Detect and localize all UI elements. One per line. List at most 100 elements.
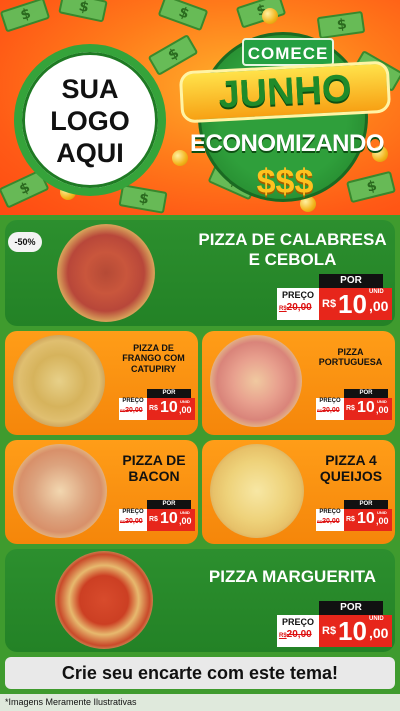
preco-text: PREÇO bbox=[122, 509, 144, 515]
new-price: R$ 10 ,00 UNID bbox=[147, 509, 195, 531]
price-tag: POR PREÇO R$20,00 R$ 10 ,00 UNID bbox=[316, 500, 392, 534]
new-price-currency: R$ bbox=[346, 516, 355, 523]
price-preco-label: PREÇO R$20,00 bbox=[119, 509, 147, 531]
unit-label: UNID bbox=[369, 289, 384, 295]
badge-month: JUNHO bbox=[178, 60, 392, 124]
campaign-badge: COMECE JUNHO ECONOMIZANDO $$$ bbox=[178, 18, 392, 208]
new-price-dec: ,00 bbox=[369, 298, 389, 314]
new-price: R$ 10 ,00 UNID bbox=[344, 398, 392, 420]
preco-text: PREÇO bbox=[281, 290, 314, 300]
old-price: R$20,00 bbox=[317, 518, 340, 525]
product-card-frango[interactable]: PIZZA DE FRANGO COM CATUPIRY POR PREÇO R… bbox=[5, 331, 198, 435]
old-price-value: 20,00 bbox=[286, 302, 312, 313]
price-por-label: POR bbox=[319, 274, 383, 288]
product-card-marguerita[interactable]: PIZZA MARGUERITA POR PREÇO R$20,00 R$ 10… bbox=[5, 549, 395, 652]
price-preco-label: PREÇO R$20,00 bbox=[277, 288, 319, 320]
product-title: PIZZA DE CALABRESA E CEBOLA bbox=[195, 230, 390, 269]
logo-text-line: SUA bbox=[61, 74, 119, 104]
product-card-portuguesa[interactable]: PIZZA PORTUGUESA POR PREÇO R$20,00 R$ 10… bbox=[202, 331, 395, 435]
old-price-value: 20,00 bbox=[286, 629, 312, 640]
product-card-bacon[interactable]: PIZZA DE BACON POR PREÇO R$20,00 R$ 10 ,… bbox=[5, 440, 198, 544]
pizza-image bbox=[55, 551, 153, 649]
unit-label: UNID bbox=[377, 510, 387, 515]
new-price-dec: ,00 bbox=[376, 405, 389, 415]
price-preco-label: PREÇO R$20,00 bbox=[316, 398, 344, 420]
preco-text: PREÇO bbox=[122, 398, 144, 404]
old-price-currency: R$ bbox=[279, 306, 287, 312]
price-por-label: POR bbox=[344, 500, 388, 509]
old-price-value: 20,00 bbox=[125, 407, 143, 414]
logo-text-line: AQUI bbox=[56, 138, 124, 168]
price-preco-label: PREÇO R$20,00 bbox=[119, 398, 147, 420]
new-price-int: 10 bbox=[160, 510, 178, 527]
money-bill-icon bbox=[118, 184, 168, 214]
logo-placeholder: SUA LOGO AQUI bbox=[14, 44, 166, 196]
new-price: R$ 10 ,00 UNID bbox=[319, 288, 392, 320]
product-title: PIZZA MARGUERITA bbox=[208, 567, 377, 586]
product-title-line: PIZZA DE bbox=[122, 452, 186, 468]
new-price: R$ 10 ,00 UNID bbox=[344, 509, 392, 531]
old-price-value: 20,00 bbox=[125, 518, 143, 525]
new-price-int: 10 bbox=[357, 399, 375, 416]
badge-economizando: ECONOMIZANDO bbox=[190, 130, 385, 157]
price-por-label: POR bbox=[344, 389, 388, 398]
badge-comece: COMECE bbox=[242, 38, 334, 66]
new-price-currency: R$ bbox=[322, 625, 337, 637]
preco-text: PREÇO bbox=[319, 509, 341, 515]
new-price-currency: R$ bbox=[149, 405, 158, 412]
product-title: PIZZA DE BACON bbox=[113, 452, 195, 484]
pizza-image bbox=[13, 444, 107, 538]
money-bill-icon bbox=[0, 0, 51, 33]
preco-text: PREÇO bbox=[281, 617, 314, 627]
product-card-4-queijos[interactable]: PIZZA 4 QUEIJOS POR PREÇO R$20,00 R$ 10 … bbox=[202, 440, 395, 544]
logo-text-line: LOGO bbox=[50, 106, 130, 136]
badge-dollar-signs: $$$ bbox=[256, 163, 314, 201]
product-title: PIZZA DE FRANGO COM CATUPIRY bbox=[111, 343, 196, 374]
new-price-currency: R$ bbox=[346, 405, 355, 412]
new-price-int: 10 bbox=[338, 616, 367, 646]
price-preco-label: PREÇO R$20,00 bbox=[277, 615, 319, 647]
product-title-line: PIZZA 4 bbox=[325, 452, 377, 468]
unit-label: UNID bbox=[180, 399, 190, 404]
new-price-int: 10 bbox=[357, 510, 375, 527]
old-price: R$20,00 bbox=[120, 407, 143, 414]
cta-banner[interactable]: Crie seu encarte com este tema! bbox=[5, 657, 395, 689]
old-price: R$20,00 bbox=[279, 629, 312, 640]
unit-label: UNID bbox=[377, 399, 387, 404]
product-card-calabresa[interactable]: PIZZA DE CALABRESA E CEBOLA POR PREÇO R$… bbox=[5, 220, 395, 326]
price-por-label: POR bbox=[319, 601, 383, 615]
product-title-line: BACON bbox=[128, 468, 180, 485]
old-price-value: 20,00 bbox=[322, 407, 340, 414]
product-title-line: PIZZA DE bbox=[133, 343, 174, 353]
new-price-currency: R$ bbox=[322, 298, 337, 310]
old-price: R$20,00 bbox=[279, 302, 312, 313]
price-tag: POR PREÇO R$20,00 R$ 10 ,00 UNID bbox=[277, 274, 392, 322]
price-tag: POR PREÇO R$20,00 R$ 10 ,00 UNID bbox=[119, 500, 195, 534]
unit-label: UNID bbox=[180, 510, 190, 515]
pizza-image bbox=[13, 335, 105, 427]
new-price: R$ 10 ,00 UNID bbox=[319, 615, 392, 647]
price-tag: POR PREÇO R$20,00 R$ 10 ,00 UNID bbox=[277, 601, 392, 649]
product-title-line: PIZZA DE CALABRESA bbox=[198, 230, 387, 249]
unit-label: UNID bbox=[369, 616, 384, 622]
product-title-line: E CEBOLA bbox=[248, 249, 337, 269]
price-tag: POR PREÇO R$20,00 R$ 10 ,00 UNID bbox=[119, 389, 195, 423]
product-title-line: CATUPIRY bbox=[131, 363, 176, 374]
header-banner: SUA LOGO AQUI COMECE JUNHO ECONOMIZANDO … bbox=[0, 0, 400, 215]
pizza-image bbox=[57, 224, 155, 322]
product-title: PIZZA PORTUGUESA bbox=[308, 347, 393, 368]
new-price-dec: ,00 bbox=[376, 516, 389, 526]
footnote: *Imagens Meramente Ilustrativas bbox=[0, 694, 400, 711]
money-bill-icon bbox=[58, 0, 108, 23]
pizza-image bbox=[210, 335, 302, 427]
new-price: R$ 10 ,00 UNID bbox=[147, 398, 195, 420]
new-price-dec: ,00 bbox=[179, 516, 192, 526]
product-title-line: PORTUGUESA bbox=[318, 357, 383, 368]
old-price-value: 20,00 bbox=[322, 518, 340, 525]
new-price-dec: ,00 bbox=[369, 625, 389, 641]
old-price: R$20,00 bbox=[317, 407, 340, 414]
product-title-line: FRANGO COM bbox=[122, 353, 185, 364]
product-title: PIZZA 4 QUEIJOS bbox=[310, 452, 392, 484]
new-price-int: 10 bbox=[160, 399, 178, 416]
old-price: R$20,00 bbox=[120, 518, 143, 525]
